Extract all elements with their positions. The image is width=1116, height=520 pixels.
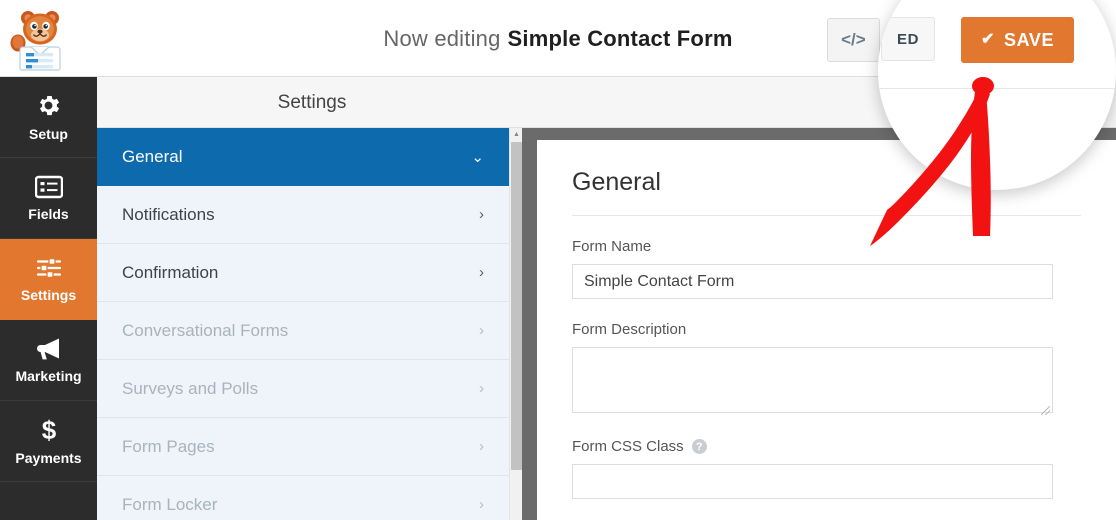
wpforms-form-builder: Now editing Simple Contact Form </> EMBE… [0, 0, 1116, 520]
question-mark-icon[interactable]: ? [691, 439, 707, 454]
check-icon: ✔ [981, 31, 996, 48]
panel-item-general[interactable]: General ⌄ [97, 128, 509, 186]
sidebar-item-setup[interactable]: Setup [0, 77, 97, 158]
wpforms-bear-mascot-icon [9, 5, 71, 71]
list-icon [34, 175, 63, 199]
scrollbar-thumb[interactable] [511, 142, 522, 470]
sidebar-item-settings-label: Settings [20, 286, 77, 303]
panel-item-surveys-and-polls[interactable]: Surveys and Polls › [97, 360, 509, 418]
panel-item-conversational-forms-label: Conversational Forms [122, 320, 289, 340]
title-divider [572, 215, 1081, 216]
panel-item-surveys-and-polls-label: Surveys and Polls [122, 378, 259, 398]
resize-handle-icon[interactable] [1041, 406, 1050, 415]
sliders-icon [35, 256, 63, 280]
panel-item-general-label: General [122, 146, 183, 166]
general-settings-card: General Form Name Form Description Form … [537, 140, 1116, 520]
chevron-down-icon: ⌄ [471, 148, 484, 166]
dollar-icon: $ [39, 416, 59, 443]
panel-item-form-locker[interactable]: Form Locker › [97, 476, 509, 520]
gear-icon [35, 92, 62, 119]
sidebar-item-fields-label: Fields [28, 205, 69, 222]
builder-sidebar: Setup Fields Settings Marketing $ Paymen… [0, 77, 97, 520]
form-description-label: Form Description [572, 321, 687, 338]
sidebar-item-payments-label: Payments [15, 450, 82, 466]
chevron-right-icon: › [479, 380, 484, 397]
chevron-right-icon: › [479, 496, 484, 513]
svg-text:$: $ [41, 416, 56, 443]
form-name-input[interactable] [572, 264, 1053, 299]
settings-section-title: Settings [277, 91, 347, 113]
sidebar-item-fields[interactable]: Fields [0, 158, 97, 239]
panel-item-form-locker-label: Form Locker [122, 494, 218, 514]
code-embed-icon: </> [841, 30, 866, 49]
magnified-embed-label: ED [897, 30, 920, 48]
sidebar-item-marketing[interactable]: Marketing [0, 320, 97, 401]
magnified-divider [878, 88, 1116, 89]
magnified-save-label: SAVE [1004, 29, 1055, 50]
chevron-right-icon: › [479, 264, 484, 281]
form-title: Simple Contact Form [507, 25, 733, 51]
panel-list-scrollbar[interactable]: ▲ [509, 128, 523, 520]
chevron-right-icon: › [479, 322, 484, 339]
form-name-label: Form Name [572, 238, 652, 255]
chevron-right-icon: › [479, 206, 484, 223]
megaphone-icon [35, 336, 63, 361]
sidebar-item-setup-label: Setup [29, 126, 68, 142]
magnified-embed-button[interactable]: ED [881, 17, 936, 61]
sidebar-item-payments[interactable]: $ Payments [0, 401, 97, 482]
magnified-save-button[interactable]: ✔ SAVE [961, 17, 1075, 63]
sidebar-item-marketing-label: Marketing [15, 368, 82, 384]
chevron-right-icon: › [479, 438, 484, 455]
panel-item-form-pages[interactable]: Form Pages › [97, 418, 509, 476]
form-description-textarea[interactable] [572, 347, 1053, 413]
sidebar-item-settings[interactable]: Settings [0, 239, 97, 320]
panel-item-confirmation-label: Confirmation [122, 262, 219, 282]
panel-item-form-pages-label: Form Pages [122, 436, 215, 456]
settings-panel-list: General ⌄ Notifications › Confirmation ›… [97, 128, 509, 520]
panel-item-notifications-label: Notifications [122, 204, 215, 224]
panel-item-notifications[interactable]: Notifications › [97, 186, 509, 244]
panel-item-confirmation[interactable]: Confirmation › [97, 244, 509, 302]
form-css-class-label: Form CSS Class ? [572, 438, 1081, 455]
form-css-class-input[interactable] [572, 464, 1053, 499]
embed-code-button[interactable]: </> [827, 18, 880, 62]
panel-item-conversational-forms[interactable]: Conversational Forms › [97, 302, 509, 360]
editing-prefix: Now editing [383, 25, 501, 51]
